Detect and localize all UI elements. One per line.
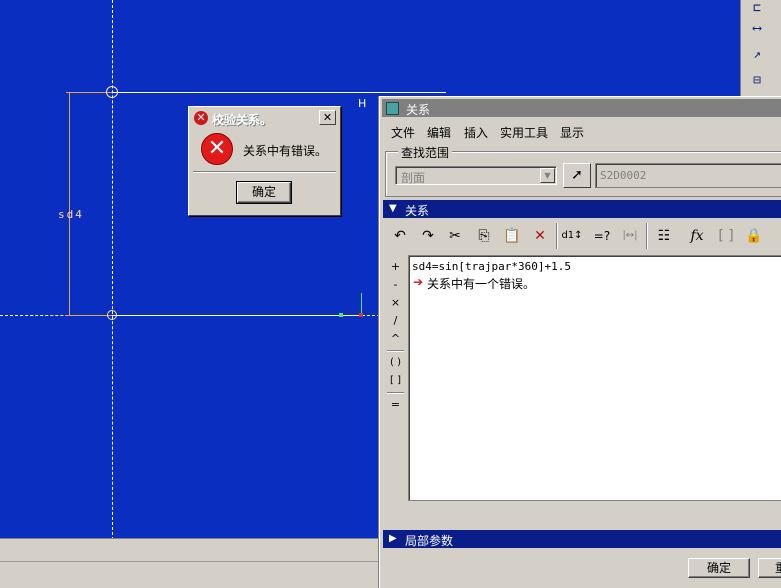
vertical-constraint-marker — [361, 293, 362, 315]
trajectory-segment — [112, 315, 362, 316]
horizontal-constraint-label: H — [358, 97, 367, 110]
relation-line[interactable]: sd4=sin[trajpar*360]+1.5 — [412, 260, 571, 273]
error-message: 关系中有错误。 — [243, 144, 328, 158]
reference-value: S2D0002 — [600, 169, 647, 182]
status-divider — [0, 561, 380, 562]
sort-relations-icon[interactable]: d1↕ — [560, 224, 584, 248]
function-icon[interactable]: fx — [685, 224, 709, 248]
reference-field[interactable]: S2D0002 — [595, 163, 781, 188]
dimension-extension-bottom — [66, 315, 112, 316]
error-line: 关系中有一个错误。 — [427, 277, 536, 291]
dimension-line — [69, 93, 70, 315]
operator-plus[interactable]: + — [385, 258, 406, 275]
expanded-triangle-icon: ▼ — [389, 203, 397, 214]
error-title-icon: ✕ — [194, 111, 208, 125]
toolbar-separator — [646, 223, 648, 249]
origin-point-marker[interactable] — [107, 310, 117, 320]
ok-button[interactable]: 确定 — [688, 558, 750, 578]
ok-button[interactable]: 确定 — [236, 181, 292, 204]
error-icon: ✕ — [201, 133, 233, 165]
close-button[interactable]: ✕ — [319, 110, 336, 125]
dialog-separator — [193, 171, 336, 173]
dialog-title: 校验关系。 — [212, 113, 273, 127]
copy-icon[interactable]: ⎘ — [472, 224, 496, 248]
local-params-section-header[interactable]: ▶ 局部参数 — [383, 530, 781, 548]
midpoint-marker — [339, 313, 343, 317]
relations-titlebar[interactable]: 关系 — [382, 99, 781, 117]
pick-reference-button[interactable]: ➚ — [563, 163, 591, 188]
redo-icon[interactable]: ↷ — [416, 224, 440, 248]
relations-title: 关系 — [406, 103, 431, 117]
relations-section-header[interactable]: ▼ 关系 — [383, 200, 781, 218]
top-horizontal-line — [66, 92, 446, 93]
operator-power[interactable]: ^ — [385, 330, 406, 347]
parameters-icon[interactable]: ☷ — [652, 224, 676, 248]
error-arrow-icon: ➔ — [413, 275, 424, 289]
operator-separator — [387, 392, 404, 394]
scope-select[interactable]: 剖面 ▼ — [395, 166, 557, 185]
rectangle-tool-icon[interactable]: ⊏ — [747, 0, 767, 18]
chevron-down-icon[interactable]: ▼ — [540, 168, 555, 183]
toolbar-separator — [556, 223, 558, 249]
undo-icon[interactable]: ↶ — [388, 224, 412, 248]
verify-relations-dialog: ✕ 校验关系。 ✕ ✕ 关系中有错误。 确定 — [188, 106, 341, 216]
relations-app-icon — [386, 102, 399, 115]
menu-utilities[interactable]: 实用工具 — [500, 124, 548, 141]
search-scope-legend: 查找范围 — [398, 144, 453, 161]
dimension-label[interactable]: sd4 — [58, 208, 84, 221]
scope-select-value: 剖面 — [401, 171, 426, 185]
constraint-tool-icon[interactable]: ⊟ — [747, 72, 767, 90]
verify-icon[interactable]: 🔒 — [742, 224, 766, 248]
relations-editor[interactable]: sd4=sin[trajpar*360]+1.5 ➔ 关系中有一个错误。 — [408, 255, 781, 501]
menu-file[interactable]: 文件 — [391, 124, 415, 141]
search-scope-group: 查找范围 剖面 ▼ ➚ S2D0002 — [385, 144, 781, 197]
cut-icon[interactable]: ✂ — [443, 224, 467, 248]
collapsed-triangle-icon: ▶ — [389, 533, 397, 544]
brackets-icon[interactable]: [ ] — [714, 224, 738, 248]
local-params-label: 局部参数 — [405, 534, 454, 548]
menu-edit[interactable]: 编辑 — [427, 124, 451, 141]
right-toolbar: ⊏ ⟷ ↗ ⊟ — [740, 0, 781, 96]
operator-minus[interactable]: - — [385, 276, 406, 293]
top-point-marker[interactable] — [106, 86, 118, 98]
reset-button[interactable]: 重 — [758, 558, 781, 578]
endpoint-marker — [359, 313, 363, 317]
evaluate-icon[interactable]: =? — [590, 224, 614, 248]
vertical-centerline — [112, 0, 113, 540]
paste-icon[interactable]: 📋 — [500, 224, 524, 248]
operator-separator — [387, 350, 404, 352]
dimension-tool-icon[interactable]: ⟷ — [747, 20, 767, 38]
operator-divide[interactable]: / — [385, 312, 406, 329]
operator-brackets[interactable]: [ ] — [385, 372, 406, 389]
measure-icon[interactable]: |↔| — [618, 224, 642, 248]
operator-parentheses[interactable]: ( ) — [385, 354, 406, 371]
cursor-arrow-icon: ➚ — [571, 167, 583, 183]
operator-multiply[interactable]: × — [385, 294, 406, 311]
delete-icon[interactable]: ✕ — [528, 224, 552, 248]
menu-display[interactable]: 显示 — [560, 124, 584, 141]
relations-section-label: 关系 — [405, 204, 430, 218]
modify-tool-icon[interactable]: ↗ — [747, 46, 767, 64]
dialog-titlebar[interactable]: ✕ 校验关系。 ✕ — [191, 109, 338, 127]
operator-equals[interactable]: = — [385, 396, 406, 413]
relations-window: 关系 文件 编辑 插入 实用工具 显示 查找范围 剖面 ▼ ➚ S2D0002 … — [379, 96, 781, 588]
status-bar — [0, 538, 380, 588]
menu-insert[interactable]: 插入 — [464, 124, 488, 141]
